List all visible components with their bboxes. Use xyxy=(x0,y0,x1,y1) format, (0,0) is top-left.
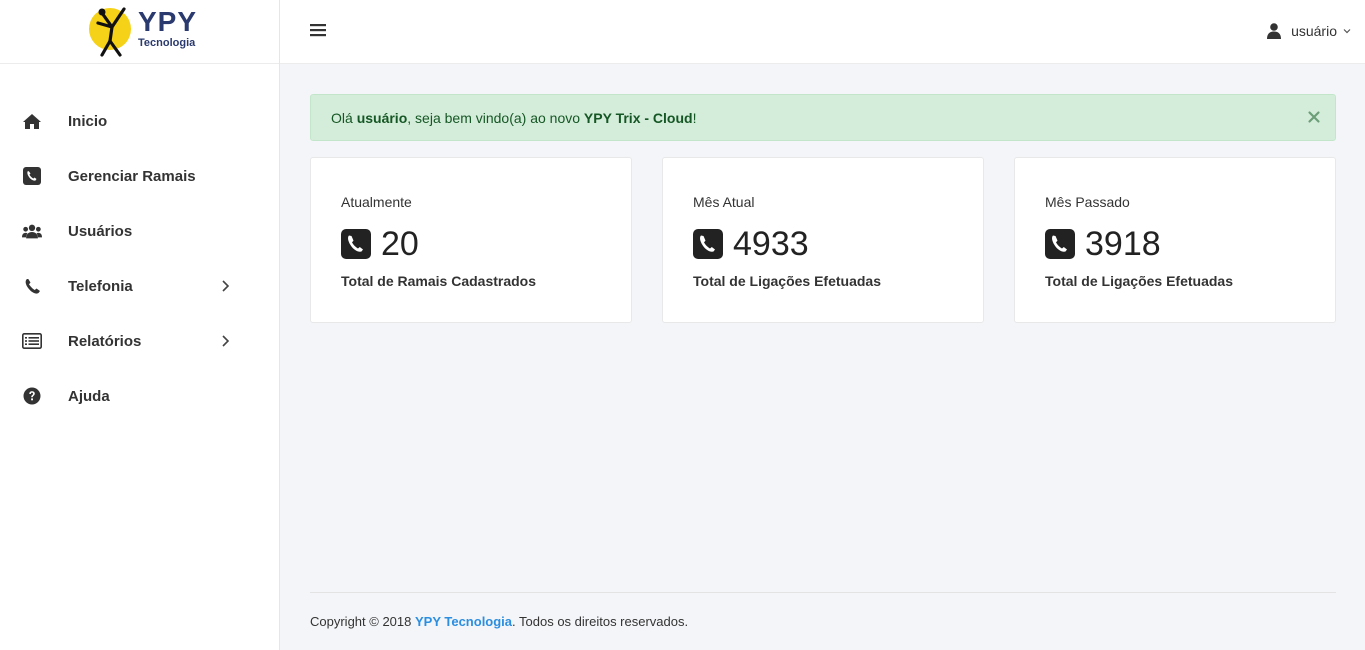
stat-card-atualmente: Atualmente 20 Total de Ramais Cadastrado… xyxy=(310,157,632,323)
card-title: Atualmente xyxy=(341,194,412,210)
topbar: usuário xyxy=(280,0,1365,64)
sidebar-item-label: Telefonia xyxy=(68,278,133,295)
card-value: 3918 xyxy=(1085,225,1161,263)
chevron-right-icon xyxy=(222,280,230,292)
sidebar-item-label: Inicio xyxy=(68,113,108,130)
sidebar-item-label: Usuários xyxy=(68,223,133,240)
sidebar-item-ajuda[interactable]: Ajuda xyxy=(0,369,279,424)
stat-card-mes-atual: Mês Atual 4933 Total de Ligações Efetuad… xyxy=(662,157,984,323)
sidebar-item-gerenciar-ramais[interactable]: Gerenciar Ramais xyxy=(0,149,279,204)
alert-product: YPY Trix - Cloud xyxy=(583,110,693,126)
footer: Copyright © 2018 YPY Tecnologia. Todos o… xyxy=(310,614,688,629)
chevron-down-icon xyxy=(1343,29,1351,34)
close-icon[interactable] xyxy=(1307,110,1321,124)
chevron-right-icon xyxy=(222,335,230,347)
user-menu[interactable]: usuário xyxy=(1267,20,1351,42)
logo[interactable]: YPY Tecnologia xyxy=(88,4,208,60)
logo-mark-icon xyxy=(89,7,131,57)
user-icon xyxy=(1267,23,1282,39)
card-title: Mês Passado xyxy=(1045,194,1130,210)
sidebar-item-relatorios[interactable]: Relatórios xyxy=(0,314,279,369)
sidebar-item-inicio[interactable]: Inicio xyxy=(0,94,279,149)
alert-greeting: Olá xyxy=(331,110,357,126)
card-description: Total de Ligações Efetuadas xyxy=(1045,273,1234,289)
phone-square-icon xyxy=(341,229,371,259)
user-name: usuário xyxy=(1291,23,1337,39)
sidebar-item-label: Gerenciar Ramais xyxy=(68,168,196,185)
phone-square-icon xyxy=(1045,229,1075,259)
hamburger-icon[interactable] xyxy=(310,23,326,37)
phone-square-icon xyxy=(693,229,723,259)
home-icon xyxy=(22,112,42,130)
card-value: 4933 xyxy=(733,225,809,263)
card-description: Total de Ligações Efetuadas xyxy=(693,273,882,289)
alert-user: usuário xyxy=(356,110,408,126)
footer-brand-link[interactable]: YPY Tecnologia xyxy=(415,614,512,629)
card-value: 20 xyxy=(381,225,419,263)
sidebar: YPY Tecnologia Inicio Gerenciar Ramais U… xyxy=(0,0,280,650)
sidebar-menu: Inicio Gerenciar Ramais Usuários Telefon… xyxy=(0,94,279,424)
footer-suffix: . Todos os direitos reservados. xyxy=(512,614,689,629)
alert-end: ! xyxy=(692,110,697,126)
alert-middle: , seja bem vindo(a) ao novo xyxy=(407,110,584,126)
phone-square-icon xyxy=(22,167,42,185)
sidebar-item-usuarios[interactable]: Usuários xyxy=(0,204,279,259)
welcome-alert: Olá usuário, seja bem vindo(a) ao novo Y… xyxy=(310,94,1336,141)
sidebar-item-label: Relatórios xyxy=(68,333,142,350)
question-circle-icon xyxy=(22,387,42,405)
stat-card-mes-passado: Mês Passado 3918 Total de Ligações Efetu… xyxy=(1014,157,1336,323)
logo-text: YPY xyxy=(138,6,198,37)
sidebar-item-label: Ajuda xyxy=(68,388,110,405)
footer-prefix: Copyright © 2018 xyxy=(310,614,415,629)
phone-icon xyxy=(22,277,42,295)
footer-divider xyxy=(310,592,1336,593)
list-icon xyxy=(22,332,42,350)
card-title: Mês Atual xyxy=(693,194,755,210)
sidebar-item-telefonia[interactable]: Telefonia xyxy=(0,259,279,314)
welcome-message: Olá usuário, seja bem vindo(a) ao novo Y… xyxy=(331,110,696,126)
logo-subtitle: Tecnologia xyxy=(138,37,196,49)
card-description: Total de Ramais Cadastrados xyxy=(341,273,537,289)
logo-area: YPY Tecnologia xyxy=(0,0,279,64)
users-icon xyxy=(22,222,42,240)
